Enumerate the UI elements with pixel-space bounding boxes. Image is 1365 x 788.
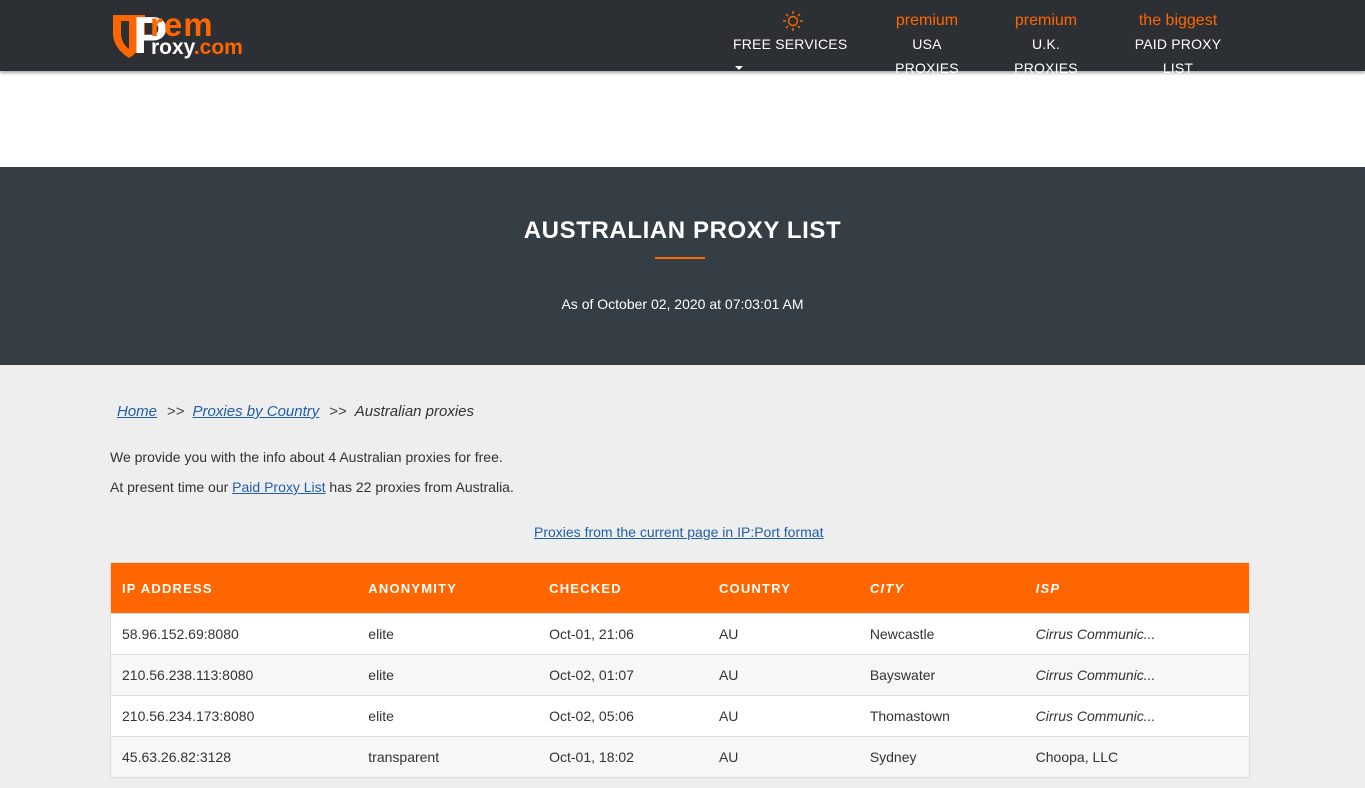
cell-city: Newcastle — [858, 613, 1025, 655]
table-row: 58.96.152.69:8080 elite Oct-01, 21:06 AU… — [110, 613, 1250, 655]
paid-proxy-list-link[interactable]: Paid Proxy List — [232, 479, 325, 495]
nav-paid-top: the biggest — [1138, 12, 1218, 29]
caret-down-icon — [735, 66, 743, 71]
nav-uk-proxies[interactable]: premium U.K. PROXIES — [1000, 10, 1092, 76]
cell-country: AU — [707, 613, 859, 655]
nav-free-services-label: FREE SERVICES — [733, 36, 848, 52]
nav-paid-label: PAID PROXY LIST — [1134, 36, 1222, 76]
breadcrumb-current: Australian proxies — [354, 403, 475, 420]
table-header-row: IP ADDRESS ANONYMITY CHECKED COUNTRY CIT… — [110, 562, 1250, 614]
table-row: 45.63.26.82:3128 transparent Oct-01, 18:… — [110, 736, 1250, 778]
nav-uk-top: premium — [1014, 12, 1078, 29]
cell-isp: Cirrus Communic... — [1024, 654, 1250, 696]
column-header-city[interactable]: CITY — [858, 562, 1025, 614]
column-header-country[interactable]: COUNTRY — [707, 562, 859, 614]
cell-isp: Cirrus Communic... — [1024, 695, 1250, 737]
site-logo[interactable]: P rem roxy.com — [110, 8, 270, 63]
cell-ip: 210.56.238.113:8080 — [110, 654, 358, 696]
column-header-anonymity[interactable]: ANONYMITY — [357, 562, 539, 614]
breadcrumb-separator: >> — [329, 403, 347, 420]
column-header-checked[interactable]: CHECKED — [538, 562, 708, 614]
cell-checked: Oct-02, 01:07 — [538, 654, 708, 696]
cell-city: Sydney — [858, 736, 1025, 778]
logo-text-com: com — [199, 36, 243, 59]
table-row: 210.56.234.173:8080 elite Oct-02, 05:06 … — [110, 695, 1250, 737]
column-header-isp[interactable]: ISP — [1024, 562, 1250, 614]
info-paid-prefix: At present time our — [110, 479, 233, 495]
updated-timestamp: As of October 02, 2020 at 07:03:01 AM — [561, 296, 804, 312]
nav-free-services[interactable]: FREE SERVICES — [733, 10, 853, 71]
nav-uk-label: U.K. PROXIES — [1014, 36, 1078, 76]
cell-country: AU — [707, 695, 859, 737]
cell-ip: 45.63.26.82:3128 — [110, 736, 358, 778]
cell-anonymity: elite — [357, 695, 539, 737]
page-title: AUSTRALIAN PROXY LIST — [523, 217, 842, 244]
info-paid-suffix: has 22 proxies from Australia. — [325, 479, 514, 495]
proxy-table: IP ADDRESS ANONYMITY CHECKED COUNTRY CIT… — [110, 562, 1250, 778]
hero-banner: AUSTRALIAN PROXY LIST As of October 02, … — [0, 167, 1365, 365]
cell-checked: Oct-01, 18:02 — [538, 736, 708, 778]
top-navbar: P rem roxy.com FREE SERVICES premium USA… — [0, 0, 1365, 76]
cell-isp: Choopa, LLC — [1024, 736, 1250, 778]
nav-usa-label: USA PROXIES — [895, 36, 959, 76]
title-underline — [655, 257, 705, 259]
logo-text-roxy: roxy — [151, 36, 194, 59]
cell-checked: Oct-02, 05:06 — [538, 695, 708, 737]
ip-port-format-link[interactable]: Proxies from the current page in IP:Port… — [534, 524, 823, 540]
nav-usa-top: premium — [895, 12, 959, 29]
cell-isp: Cirrus Communic... — [1024, 613, 1250, 655]
cell-city: Thomastown — [858, 695, 1025, 737]
column-header-ip[interactable]: IP ADDRESS — [110, 562, 358, 614]
cell-ip: 58.96.152.69:8080 — [110, 613, 358, 655]
logo-text-bottom: roxy.com — [151, 37, 243, 58]
breadcrumb: Home >> Proxies by Country >> Australian pro… — [117, 403, 474, 420]
info-proxy-count: We provide you with the info about 4 Aus… — [110, 449, 503, 465]
nav-usa-proxies[interactable]: premium USA PROXIES — [880, 10, 974, 76]
cell-anonymity: elite — [357, 613, 539, 655]
cell-country: AU — [707, 654, 859, 696]
cell-city: Bayswater — [858, 654, 1025, 696]
ad-strip — [0, 71, 1365, 167]
info-paid-list: At present time our Paid Proxy List has … — [110, 479, 514, 495]
breadcrumb-separator: >> — [167, 403, 185, 420]
cell-ip: 210.56.234.173:8080 — [110, 695, 358, 737]
nav-paid-proxy-list[interactable]: the biggest PAID PROXY LIST — [1119, 10, 1237, 76]
breadcrumb-by-country-link[interactable]: Proxies by Country — [193, 403, 320, 420]
cell-checked: Oct-01, 21:06 — [538, 613, 708, 655]
cell-anonymity: transparent — [357, 736, 539, 778]
sun-icon — [783, 11, 803, 31]
cell-anonymity: elite — [357, 654, 539, 696]
breadcrumb-home-link[interactable]: Home — [117, 403, 157, 420]
cell-country: AU — [707, 736, 859, 778]
table-row: 210.56.238.113:8080 elite Oct-02, 01:07 … — [110, 654, 1250, 696]
